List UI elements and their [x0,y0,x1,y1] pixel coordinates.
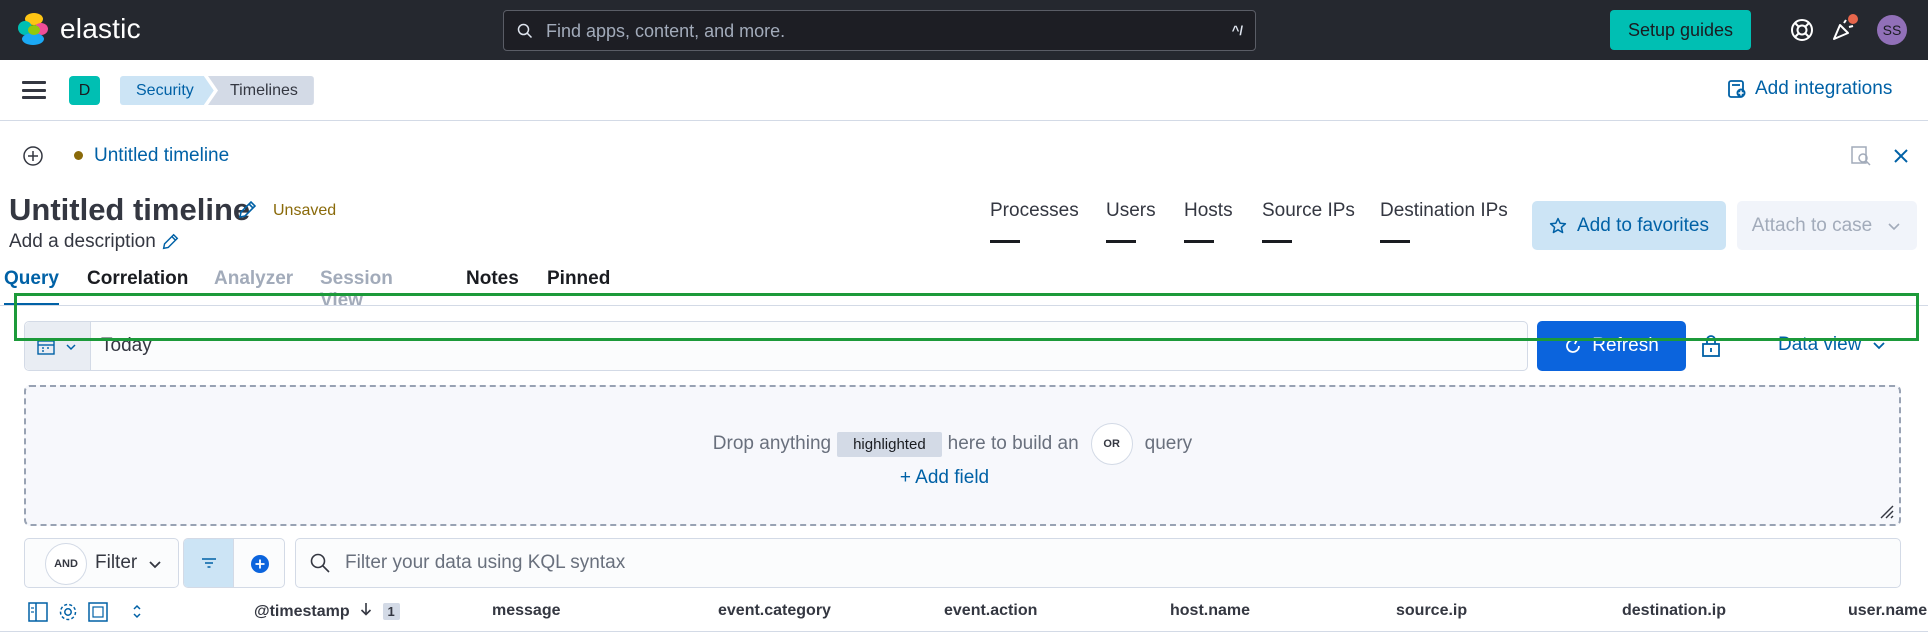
search-icon [310,553,330,573]
resize-handle-icon[interactable] [1877,502,1895,520]
or-badge: OR [1090,423,1133,465]
column-header-source-ip[interactable]: source.ip [1396,602,1467,620]
kpi-hosts-label: Hosts [1184,200,1233,221]
page: elastic Find apps, content, and more. ^/… [0,0,1928,632]
edit-description-pencil-icon[interactable] [160,232,180,252]
filter-actions [183,538,285,588]
close-icon[interactable] [1890,145,1912,167]
inspect-icon[interactable] [1850,145,1872,167]
attach-to-case-label: Attach to case [1751,214,1873,236]
calendar-icon [37,340,55,355]
global-search-input[interactable]: Find apps, content, and more. ^/ [503,10,1256,51]
top-header: elastic Find apps, content, and more. ^/… [0,0,1928,60]
help-icon[interactable] [1789,17,1815,43]
sort-fields-icon[interactable] [126,601,148,623]
add-field-link[interactable]: + Add field [26,467,1899,489]
column-header-destination-ip[interactable]: destination.ip [1622,602,1726,620]
column-header-timestamp[interactable]: @timestamp 1 [254,602,400,621]
setup-guides-button[interactable]: Setup guides [1610,10,1751,50]
column-timestamp-label: @timestamp [254,603,350,620]
kpi-users-value [1106,240,1136,243]
table-header: @timestamp 1 message event.category even… [0,598,1928,632]
kql-query-input[interactable]: Filter your data using KQL syntax [295,538,1901,588]
highlight-box [14,293,1919,341]
add-to-favorites-button[interactable]: Add to favorites [1532,201,1726,250]
attach-to-case-button[interactable]: Attach to case [1737,201,1917,250]
kpi-users-label: Users [1106,200,1156,221]
full-screen-icon[interactable] [87,601,109,623]
edit-title-pencil-icon[interactable] [236,199,258,221]
kpi-source-ips-value [1262,240,1292,243]
sort-count-badge: 1 [382,603,400,620]
query-drop-zone[interactable]: Drop anything highlighted here to build … [24,385,1901,526]
column-header-event-category[interactable]: event.category [718,602,831,620]
chevron-down-icon [66,344,76,351]
user-avatar[interactable]: SS [1877,15,1907,45]
kpi-source-ips-label: Source IPs [1262,200,1355,221]
kpi-processes-value [990,240,1020,243]
timeline-title: Untitled timeline [9,192,251,227]
column-header-host-name[interactable]: host.name [1170,602,1250,620]
and-badge: AND [45,543,87,585]
menu-icon[interactable] [22,81,46,99]
unsaved-status: Unsaved [273,202,337,219]
kpi-destination-ips-value [1380,240,1410,243]
space-avatar[interactable]: D [69,76,100,105]
chevron-down-icon [149,561,161,569]
add-to-favorites-label: Add to favorites [1576,214,1710,236]
drop-zone-message: Drop anything highlighted here to build … [26,423,1899,465]
filter-operator-select[interactable]: AND Filter [24,538,179,588]
elastic-logo-icon [18,13,50,45]
column-header-message[interactable]: message [492,602,561,620]
star-icon [1549,217,1567,233]
kql-placeholder: Filter your data using KQL syntax [345,552,626,573]
integrations-icon [1728,80,1746,98]
add-integrations-label: Add integrations [1755,78,1893,99]
secondary-header: D Security Timelines Add integrations [0,60,1928,121]
filter-label: Filter [95,552,138,573]
column-header-event-action[interactable]: event.action [944,602,1037,620]
breadcrumb-security[interactable]: Security [120,76,214,105]
timeline-description[interactable]: Add a description [9,231,156,253]
arrow-down-icon [360,602,374,621]
filter-icon [202,558,216,568]
gear-icon[interactable] [57,601,79,623]
filter-menu-button[interactable] [184,539,234,587]
columns-icon[interactable] [27,601,49,623]
column-header-user-name[interactable]: user.name [1848,602,1927,620]
new-timeline-icon[interactable] [22,145,44,167]
brand-name: elastic [60,13,141,44]
search-icon [517,23,533,39]
search-shortcut: ^/ [1231,23,1243,38]
add-integrations-link[interactable]: Add integrations [1727,78,1892,100]
notification-dot [1848,14,1858,24]
drop-text-end: query [1144,433,1193,454]
drop-text-before: Drop anything [712,433,832,454]
brand[interactable]: elastic [18,13,141,45]
kpi-processes-label: Processes [990,200,1079,221]
unsaved-indicator [74,151,83,160]
search-placeholder: Find apps, content, and more. [546,21,786,41]
add-filter-icon[interactable] [250,554,270,574]
breadcrumb-timelines: Timelines [208,76,314,105]
chevron-down-icon [1888,222,1900,230]
kpi-destination-ips-label: Destination IPs [1380,200,1508,221]
kpi-hosts-value [1184,240,1214,243]
drop-text-after: here to build an [947,433,1079,454]
highlighted-chip: highlighted [837,431,942,457]
timeline-tab-link[interactable]: Untitled timeline [94,145,229,167]
